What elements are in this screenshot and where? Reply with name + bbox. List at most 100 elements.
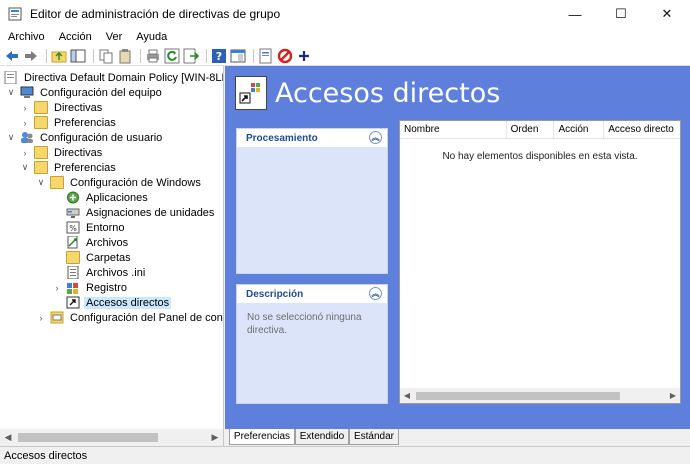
folder-icon bbox=[34, 161, 48, 174]
tab-extendido[interactable]: Extendido bbox=[295, 429, 349, 445]
menu-accion[interactable]: Acción bbox=[53, 31, 98, 43]
navigation-tree: Directiva Default Domain Policy [WIN-8LE… bbox=[0, 66, 224, 446]
minimize-button[interactable]: — bbox=[552, 0, 598, 28]
tree-item-asignaciones[interactable]: Asignaciones de unidades bbox=[66, 205, 216, 220]
chevron-right-icon[interactable]: › bbox=[20, 103, 30, 113]
maximize-button[interactable]: ☐ bbox=[598, 0, 644, 28]
column-header-nombre[interactable]: Nombre bbox=[400, 121, 507, 138]
toolbar-separator bbox=[46, 48, 47, 63]
refresh-icon[interactable] bbox=[164, 48, 180, 64]
svg-text:%: % bbox=[69, 224, 77, 233]
tab-estandar[interactable]: Estándar bbox=[349, 429, 399, 445]
svg-text:?: ? bbox=[216, 50, 222, 63]
page-title: Accesos directos bbox=[275, 77, 501, 109]
files-icon bbox=[67, 236, 78, 249]
tree-item-windows-config[interactable]: ∨ Configuración de Windows bbox=[36, 175, 203, 190]
add-icon[interactable] bbox=[296, 48, 312, 64]
toolbar-separator bbox=[140, 48, 141, 63]
folder-icon bbox=[66, 251, 80, 264]
status-bar: Accesos directos bbox=[0, 446, 690, 464]
description-text: No se seleccionó ninguna directiva. bbox=[247, 312, 362, 336]
tree-item-carpetas[interactable]: Carpetas bbox=[66, 250, 133, 265]
description-panel: Descripción ︽ No se seleccionó ninguna d… bbox=[236, 284, 388, 404]
scroll-left-icon[interactable]: ◀ bbox=[400, 391, 414, 400]
processing-panel-header[interactable]: Procesamiento ︽ bbox=[237, 129, 387, 147]
toolbar-separator bbox=[253, 48, 254, 63]
tree-item-registro[interactable]: › Registro bbox=[52, 280, 129, 295]
column-header-orden[interactable]: Orden bbox=[507, 121, 555, 138]
toolbar: ? bbox=[0, 46, 690, 66]
tree-item-entorno[interactable]: % Entorno bbox=[66, 220, 127, 235]
tree-item-panel-control[interactable]: › Configuración del Panel de control bbox=[36, 310, 223, 325]
app-icon bbox=[8, 7, 22, 21]
properties-icon[interactable] bbox=[230, 48, 246, 64]
chevron-down-icon[interactable]: ∨ bbox=[20, 162, 30, 173]
view-tabs: Preferencias Extendido Estándar bbox=[225, 429, 690, 446]
processing-panel: Procesamiento ︽ bbox=[236, 128, 388, 274]
scroll-left-icon[interactable]: ◀ bbox=[0, 432, 16, 443]
export-list-icon[interactable] bbox=[183, 48, 199, 64]
tree-item-aplicaciones[interactable]: Aplicaciones bbox=[66, 190, 150, 205]
tree-item-user-config[interactable]: ∨ Configuración de usuario bbox=[6, 130, 164, 145]
tree-item-computer-config[interactable]: ∨ Configuración del equipo bbox=[6, 85, 164, 100]
menu-ver[interactable]: Ver bbox=[100, 31, 129, 43]
tree-item-computer-directivas[interactable]: › Directivas bbox=[20, 100, 104, 115]
chevron-right-icon[interactable]: › bbox=[20, 118, 30, 128]
tree-horizontal-scrollbar[interactable]: ◀ ▶ bbox=[0, 429, 223, 446]
menu-bar: Archivo Acción Ver Ayuda bbox=[0, 28, 690, 46]
computer-icon bbox=[20, 86, 34, 98]
ini-file-icon bbox=[67, 266, 79, 279]
menu-ayuda[interactable]: Ayuda bbox=[130, 31, 173, 43]
tree-item-computer-preferencias[interactable]: › Preferencias bbox=[20, 115, 118, 130]
tree-item-user-directivas[interactable]: › Directivas bbox=[20, 145, 104, 160]
scroll-right-icon[interactable]: ▶ bbox=[207, 432, 223, 443]
registry-icon bbox=[67, 283, 78, 294]
menu-archivo[interactable]: Archivo bbox=[2, 31, 51, 43]
toolbar-separator bbox=[93, 48, 94, 63]
scroll-right-icon[interactable]: ▶ bbox=[666, 391, 680, 400]
toolbar-separator bbox=[206, 48, 207, 63]
tree-item-accesos-directos[interactable]: Accesos directos bbox=[66, 295, 172, 310]
chevron-up-icon[interactable]: ︽ bbox=[369, 131, 382, 144]
users-icon bbox=[21, 132, 33, 143]
column-header-acceso-directo[interactable]: Acceso directo bbox=[604, 121, 680, 138]
tree-item-root[interactable]: Directiva Default Domain Policy [WIN-8LE… bbox=[4, 70, 223, 85]
description-panel-header[interactable]: Descripción ︽ bbox=[237, 285, 387, 303]
items-list-view[interactable]: Nombre Orden Acción Acceso directo No ha… bbox=[399, 120, 681, 404]
chevron-up-icon[interactable]: ︽ bbox=[369, 287, 382, 300]
scroll-thumb[interactable] bbox=[18, 433, 158, 442]
copy-icon[interactable] bbox=[98, 48, 114, 64]
folder-icon bbox=[34, 116, 48, 129]
tree-item-archivos-ini[interactable]: Archivos .ini bbox=[66, 265, 147, 280]
chevron-down-icon[interactable]: ∨ bbox=[36, 177, 46, 188]
show-hide-tree-icon[interactable] bbox=[70, 48, 86, 64]
shortcut-icon bbox=[235, 76, 267, 110]
tree-item-archivos[interactable]: Archivos bbox=[66, 235, 130, 250]
column-header-accion[interactable]: Acción bbox=[554, 121, 605, 138]
chevron-down-icon[interactable]: ∨ bbox=[6, 132, 16, 143]
paste-icon[interactable] bbox=[117, 48, 133, 64]
scroll-thumb[interactable] bbox=[416, 391, 620, 400]
list-horizontal-scrollbar[interactable]: ◀ ▶ bbox=[400, 388, 680, 403]
tab-preferencias[interactable]: Preferencias bbox=[229, 429, 295, 445]
list-header: Nombre Orden Acción Acceso directo bbox=[400, 121, 680, 139]
status-text: Accesos directos bbox=[4, 449, 88, 462]
environment-icon: % bbox=[66, 221, 80, 234]
chevron-right-icon[interactable]: › bbox=[36, 313, 46, 323]
new-item-icon[interactable] bbox=[258, 48, 274, 64]
forward-arrow-icon[interactable] bbox=[23, 48, 39, 64]
stop-icon[interactable] bbox=[277, 48, 293, 64]
chevron-down-icon[interactable]: ∨ bbox=[6, 87, 16, 98]
close-button[interactable]: ✕ bbox=[644, 0, 690, 28]
back-arrow-icon[interactable] bbox=[4, 48, 20, 64]
folder-icon bbox=[34, 146, 48, 159]
print-icon[interactable] bbox=[145, 48, 161, 64]
shortcut-icon bbox=[66, 296, 80, 309]
chevron-right-icon[interactable]: › bbox=[20, 148, 30, 158]
tree-item-user-preferencias[interactable]: ∨ Preferencias bbox=[20, 160, 118, 175]
help-icon[interactable]: ? bbox=[211, 48, 227, 64]
drive-map-icon bbox=[66, 208, 80, 218]
policy-icon bbox=[4, 71, 17, 84]
up-folder-icon[interactable] bbox=[51, 48, 67, 64]
chevron-right-icon[interactable]: › bbox=[52, 283, 62, 293]
